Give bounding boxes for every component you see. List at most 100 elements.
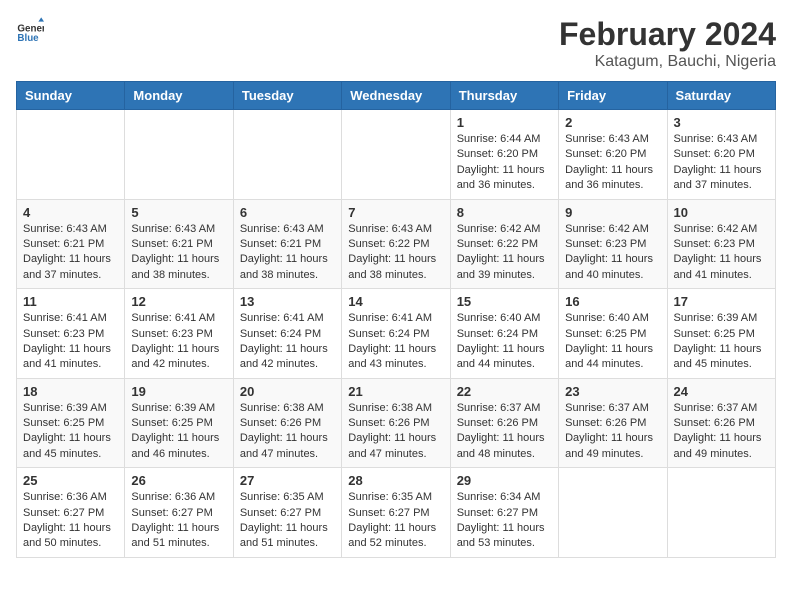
calendar-cell: 13 Sunrise: 6:41 AMSunset: 6:24 PMDayligh… — [233, 289, 341, 379]
day-info: Sunrise: 6:41 AMSunset: 6:23 PMDaylight:… — [131, 311, 226, 373]
calendar-cell: 28Sunrise: 6:35 AMSunset: 6:27 PMDayligh… — [342, 468, 450, 558]
day-number: 7 — [348, 205, 443, 220]
day-number: 27 — [240, 473, 335, 488]
calendar-cell: 19Sunrise: 6:39 AMSunset: 6:25 PMDayligh… — [125, 378, 233, 468]
day-number: 6 — [240, 205, 335, 220]
calendar-cell: 18Sunrise: 6:39 AMSunset: 6:25 PMDayligh… — [17, 378, 125, 468]
calendar-cell: 4 Sunrise: 6:43 AMSunset: 6:21 PMDaylight… — [17, 199, 125, 289]
calendar-cell: 25 Sunrise: 6:36 AMSunset: 6:27 PMDayligh… — [17, 468, 125, 558]
location-subtitle: Katagum, Bauchi, Nigeria — [559, 53, 776, 71]
header: General Blue February 2024 Katagum, Bauc… — [16, 16, 776, 71]
day-of-week-header: Tuesday — [233, 82, 341, 110]
day-number: 18 — [23, 384, 118, 399]
calendar-cell: 9 Sunrise: 6:42 AMSunset: 6:23 PMDaylight… — [559, 199, 667, 289]
month-year-title: February 2024 — [559, 16, 776, 53]
day-number: 9 — [565, 205, 660, 220]
day-of-week-header: Thursday — [450, 82, 558, 110]
calendar-cell: 12 Sunrise: 6:41 AMSunset: 6:23 PMDayligh… — [125, 289, 233, 379]
calendar-cell — [667, 468, 775, 558]
day-info: Sunrise: 6:43 AMSunset: 6:21 PMDaylight:… — [23, 222, 118, 284]
logo: General Blue — [16, 16, 44, 44]
day-info: Sunrise: 6:43 AMSunset: 6:21 PMDaylight:… — [131, 222, 226, 284]
day-info: Sunrise: 6:40 AMSunset: 6:24 PMDaylight:… — [457, 311, 552, 373]
day-number: 5 — [131, 205, 226, 220]
day-number: 14 — [348, 294, 443, 309]
day-info: Sunrise: 6:37 AMSunset: 6:26 PMDaylight:… — [457, 401, 552, 463]
calendar-cell: 11Sunrise: 6:41 AMSunset: 6:23 PMDayligh… — [17, 289, 125, 379]
day-info: Sunrise: 6:41 AMSunset: 6:24 PMDaylight:… — [240, 311, 335, 373]
day-info: Sunrise: 6:37 AMSunset: 6:26 PMDaylight:… — [674, 401, 769, 463]
day-number: 16 — [565, 294, 660, 309]
calendar-cell: 23Sunrise: 6:37 AMSunset: 6:26 PMDayligh… — [559, 378, 667, 468]
day-number: 3 — [674, 115, 769, 130]
day-info: Sunrise: 6:42 AMSunset: 6:22 PMDaylight:… — [457, 222, 552, 284]
calendar-cell: 1 Sunrise: 6:44 AMSunset: 6:20 PMDaylight… — [450, 110, 558, 200]
day-number: 20 — [240, 384, 335, 399]
day-number: 22 — [457, 384, 552, 399]
calendar-cell: 3 Sunrise: 6:43 AMSunset: 6:20 PMDaylight… — [667, 110, 775, 200]
day-number: 25 — [23, 473, 118, 488]
calendar-cell: 27 Sunrise: 6:35 AMSunset: 6:27 PMDayligh… — [233, 468, 341, 558]
day-number: 4 — [23, 205, 118, 220]
calendar-week-row: 1 Sunrise: 6:44 AMSunset: 6:20 PMDaylight… — [17, 110, 776, 200]
calendar-cell: 22 Sunrise: 6:37 AMSunset: 6:26 PMDayligh… — [450, 378, 558, 468]
day-info: Sunrise: 6:42 AMSunset: 6:23 PMDaylight:… — [565, 222, 660, 284]
day-info: Sunrise: 6:41 AMSunset: 6:23 PMDaylight:… — [23, 311, 118, 373]
generalblue-logo-icon: General Blue — [16, 16, 44, 44]
calendar-cell: 14Sunrise: 6:41 AMSunset: 6:24 PMDayligh… — [342, 289, 450, 379]
day-number: 24 — [674, 384, 769, 399]
calendar-cell: 24 Sunrise: 6:37 AMSunset: 6:26 PMDayligh… — [667, 378, 775, 468]
day-number: 15 — [457, 294, 552, 309]
day-number: 21 — [348, 384, 443, 399]
calendar-cell — [559, 468, 667, 558]
calendar-cell — [125, 110, 233, 200]
calendar-cell: 10 Sunrise: 6:42 AMSunset: 6:23 PMDayligh… — [667, 199, 775, 289]
calendar-cell: 26Sunrise: 6:36 AMSunset: 6:27 PMDayligh… — [125, 468, 233, 558]
calendar-cell — [233, 110, 341, 200]
calendar-cell: 17Sunrise: 6:39 AMSunset: 6:25 PMDayligh… — [667, 289, 775, 379]
day-number: 1 — [457, 115, 552, 130]
calendar-week-row: 18Sunrise: 6:39 AMSunset: 6:25 PMDayligh… — [17, 378, 776, 468]
day-info: Sunrise: 6:35 AMSunset: 6:27 PMDaylight:… — [240, 490, 335, 552]
day-number: 12 — [131, 294, 226, 309]
day-number: 10 — [674, 205, 769, 220]
day-info: Sunrise: 6:42 AMSunset: 6:23 PMDaylight:… — [674, 222, 769, 284]
day-info: Sunrise: 6:43 AMSunset: 6:21 PMDaylight:… — [240, 222, 335, 284]
calendar-cell — [17, 110, 125, 200]
day-info: Sunrise: 6:43 AMSunset: 6:20 PMDaylight:… — [674, 132, 769, 194]
calendar-cell: 15 Sunrise: 6:40 AMSunset: 6:24 PMDayligh… — [450, 289, 558, 379]
calendar-cell: 20 Sunrise: 6:38 AMSunset: 6:26 PMDayligh… — [233, 378, 341, 468]
calendar-cell: 8 Sunrise: 6:42 AMSunset: 6:22 PMDaylight… — [450, 199, 558, 289]
day-info: Sunrise: 6:44 AMSunset: 6:20 PMDaylight:… — [457, 132, 552, 194]
day-info: Sunrise: 6:38 AMSunset: 6:26 PMDaylight:… — [348, 401, 443, 463]
calendar-cell: 7 Sunrise: 6:43 AMSunset: 6:22 PMDaylight… — [342, 199, 450, 289]
calendar-cell: 5 Sunrise: 6:43 AMSunset: 6:21 PMDaylight… — [125, 199, 233, 289]
calendar-cell: 29Sunrise: 6:34 AMSunset: 6:27 PMDayligh… — [450, 468, 558, 558]
day-of-week-header: Friday — [559, 82, 667, 110]
day-number: 13 — [240, 294, 335, 309]
day-info: Sunrise: 6:37 AMSunset: 6:26 PMDaylight:… — [565, 401, 660, 463]
calendar-cell — [342, 110, 450, 200]
calendar-cell: 2Sunrise: 6:43 AMSunset: 6:20 PMDaylight… — [559, 110, 667, 200]
day-of-week-header: Monday — [125, 82, 233, 110]
day-number: 19 — [131, 384, 226, 399]
calendar-cell: 6 Sunrise: 6:43 AMSunset: 6:21 PMDaylight… — [233, 199, 341, 289]
day-info: Sunrise: 6:35 AMSunset: 6:27 PMDaylight:… — [348, 490, 443, 552]
calendar-header-row: SundayMondayTuesdayWednesdayThursdayFrid… — [17, 82, 776, 110]
day-of-week-header: Sunday — [17, 82, 125, 110]
title-section: February 2024 Katagum, Bauchi, Nigeria — [559, 16, 776, 71]
day-info: Sunrise: 6:36 AMSunset: 6:27 PMDaylight:… — [23, 490, 118, 552]
calendar-table: SundayMondayTuesdayWednesdayThursdayFrid… — [16, 81, 776, 558]
day-info: Sunrise: 6:43 AMSunset: 6:20 PMDaylight:… — [565, 132, 660, 194]
day-number: 17 — [674, 294, 769, 309]
calendar-week-row: 11Sunrise: 6:41 AMSunset: 6:23 PMDayligh… — [17, 289, 776, 379]
calendar-cell: 21 Sunrise: 6:38 AMSunset: 6:26 PMDayligh… — [342, 378, 450, 468]
day-number: 29 — [457, 473, 552, 488]
day-number: 26 — [131, 473, 226, 488]
day-info: Sunrise: 6:38 AMSunset: 6:26 PMDaylight:… — [240, 401, 335, 463]
calendar-week-row: 4 Sunrise: 6:43 AMSunset: 6:21 PMDaylight… — [17, 199, 776, 289]
day-info: Sunrise: 6:43 AMSunset: 6:22 PMDaylight:… — [348, 222, 443, 284]
day-info: Sunrise: 6:40 AMSunset: 6:25 PMDaylight:… — [565, 311, 660, 373]
calendar-cell: 16 Sunrise: 6:40 AMSunset: 6:25 PMDayligh… — [559, 289, 667, 379]
day-number: 8 — [457, 205, 552, 220]
